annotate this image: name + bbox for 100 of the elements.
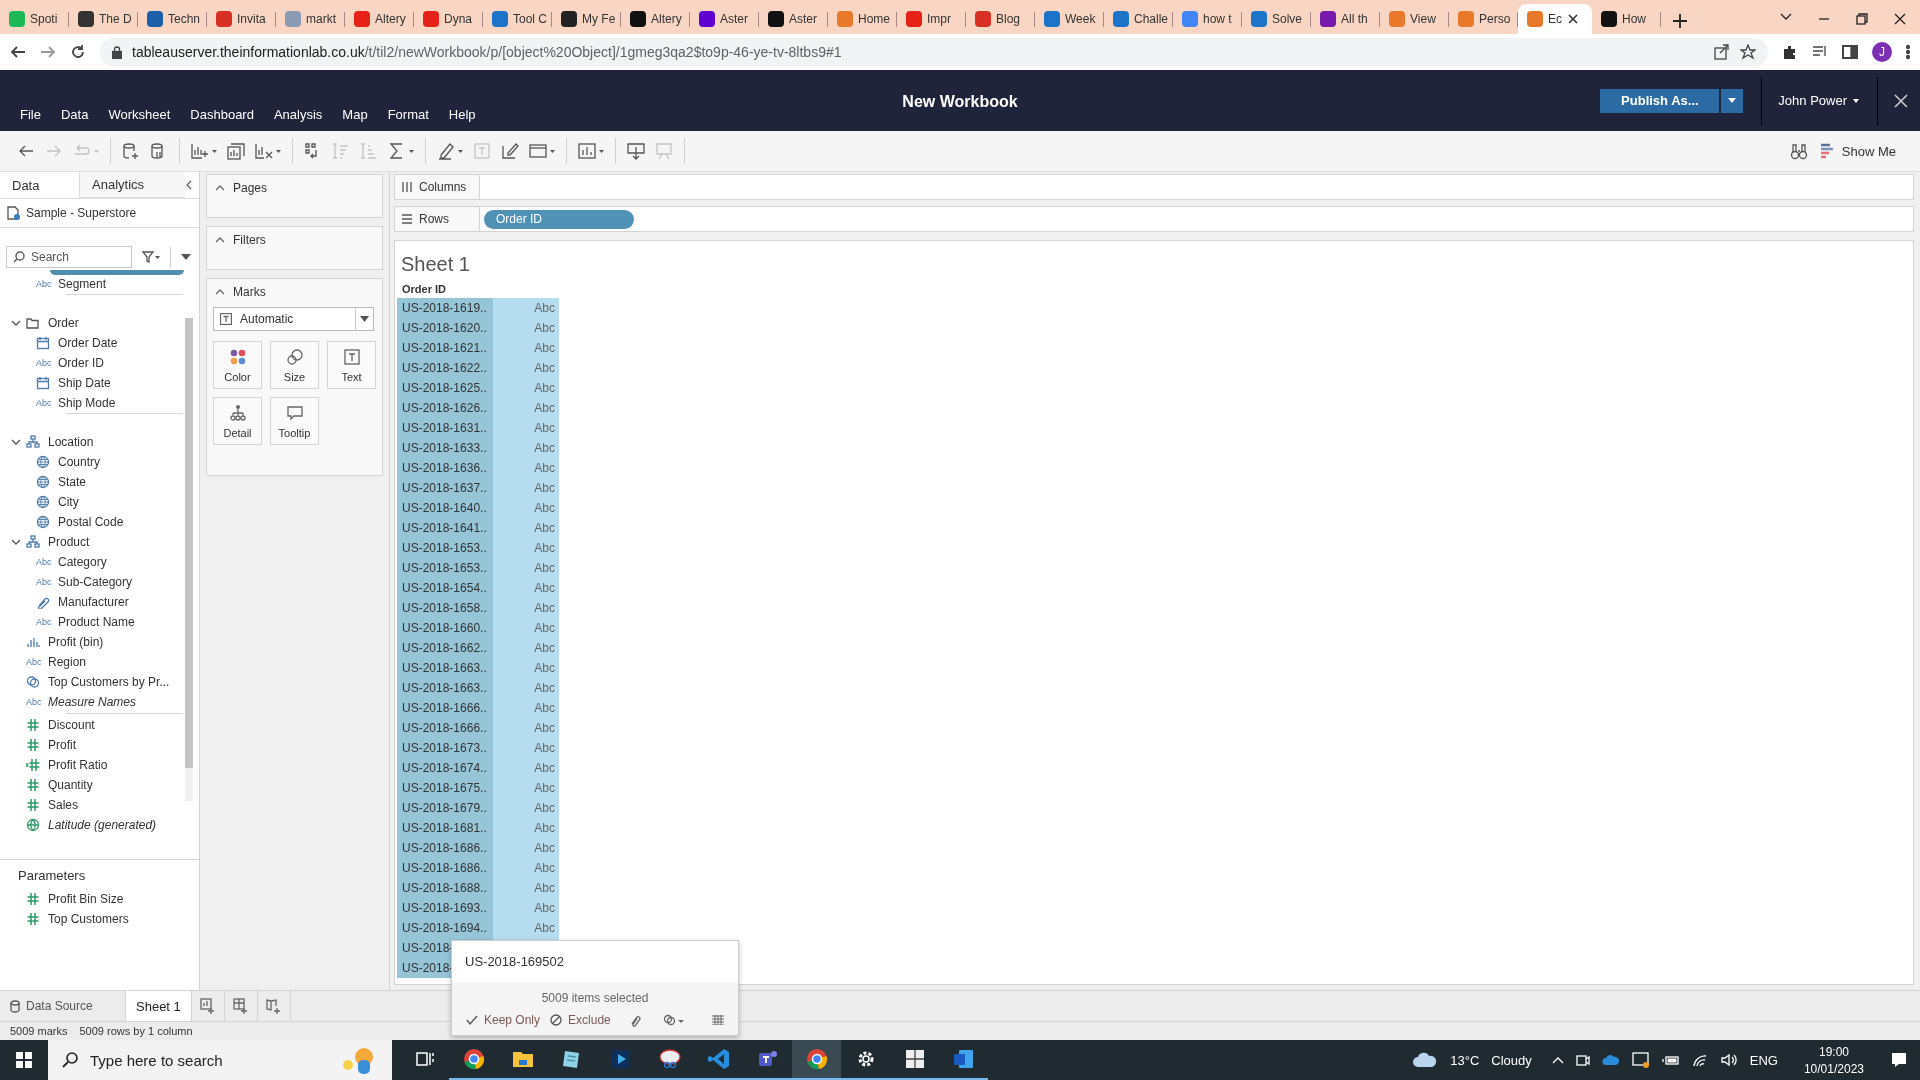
table-cell[interactable]: Abc — [493, 578, 559, 598]
close-icon[interactable] — [1894, 13, 1906, 25]
camera-icon[interactable] — [1575, 1052, 1590, 1068]
clock-time[interactable]: 19:00 — [1818, 1044, 1849, 1059]
search-field[interactable]: Search — [6, 246, 132, 268]
publish-menu-button[interactable] — [1721, 88, 1744, 113]
field-item[interactable]: City — [58, 495, 79, 509]
marks-button[interactable]: Text — [327, 341, 376, 389]
table-cell[interactable]: Abc — [493, 378, 559, 398]
table-cell[interactable]: US-2018-1686.. — [397, 838, 493, 858]
field-item[interactable]: Discount — [48, 718, 95, 732]
table-cell[interactable]: US-2018-1621.. — [397, 338, 493, 358]
document-icon[interactable] — [951, 1047, 976, 1071]
table-icon[interactable] — [712, 1015, 724, 1025]
table-cell[interactable]: US-2018-1640.. — [397, 498, 493, 518]
pencil-frame-icon[interactable] — [500, 141, 520, 161]
filter-icon[interactable] — [142, 251, 160, 263]
table-cell[interactable]: Abc — [493, 758, 559, 778]
clock-date[interactable]: 10/01/2023 — [1803, 1061, 1864, 1076]
field-item[interactable]: Profit — [48, 738, 76, 752]
table-cell[interactable]: US-2018-1620.. — [397, 318, 493, 338]
reload-icon[interactable] — [70, 44, 86, 60]
table-cell[interactable]: Abc — [493, 878, 559, 898]
field-item[interactable]: Profit Bin Size — [48, 892, 124, 906]
field-item[interactable]: Profit (bin) — [48, 635, 104, 649]
table-cell[interactable]: Abc — [493, 458, 559, 478]
table-cell[interactable]: US-2018-1653.. — [397, 558, 493, 578]
collapse-icon[interactable] — [185, 180, 193, 190]
lock-icon[interactable] — [112, 45, 122, 59]
table-cell[interactable]: US-2018-1619.. — [397, 298, 493, 318]
table-cell[interactable]: US-2018-1688.. — [397, 878, 493, 898]
table-cell[interactable]: Abc — [493, 638, 559, 658]
menu-item[interactable]: Dashboard — [180, 107, 264, 122]
cloud-icon[interactable] — [1601, 1054, 1620, 1066]
restore-icon[interactable] — [1856, 13, 1868, 25]
table-cell[interactable]: Abc — [493, 478, 559, 498]
collapse-icon[interactable] — [215, 237, 225, 243]
table-cell[interactable]: Abc — [493, 538, 559, 558]
table-cell[interactable]: Abc — [493, 678, 559, 698]
table-cell[interactable]: US-2018-1654.. — [397, 578, 493, 598]
field-item[interactable]: Product Name — [58, 615, 135, 629]
language-indicator[interactable]: ENG — [1749, 1052, 1778, 1068]
windows-icon[interactable] — [16, 1052, 32, 1068]
collapse-icon[interactable] — [215, 185, 225, 191]
browser-tab[interactable]: Dyna — [414, 4, 483, 34]
browser-tab[interactable]: Week — [1035, 4, 1104, 34]
highlighter-icon[interactable] — [436, 141, 464, 161]
browser-tab[interactable]: how t — [1173, 4, 1242, 34]
chevron-up-icon[interactable] — [1551, 1056, 1564, 1064]
table-cell[interactable]: Abc — [493, 598, 559, 618]
field-item[interactable]: Quantity — [48, 778, 93, 792]
table-cell[interactable]: Abc — [493, 838, 559, 858]
chart-clear-icon[interactable] — [254, 141, 282, 161]
table-cell[interactable]: US-2018-1631.. — [397, 418, 493, 438]
table-cell[interactable]: Abc — [493, 558, 559, 578]
table-cell[interactable]: Abc — [493, 298, 559, 318]
table-cell[interactable]: Abc — [493, 418, 559, 438]
chevron-down-icon[interactable] — [1780, 13, 1792, 21]
field-item[interactable]: Sales — [48, 798, 79, 812]
field-item[interactable]: Profit Ratio — [48, 758, 108, 772]
table-cell[interactable]: US-2018-1662.. — [397, 638, 493, 658]
field-item[interactable]: Segment — [58, 277, 107, 291]
menu-item[interactable]: Worksheet — [98, 107, 181, 122]
table-cell[interactable]: US-2018-1636.. — [397, 458, 493, 478]
field-item[interactable]: Top Customers — [48, 912, 129, 926]
table-cell[interactable]: Abc — [493, 718, 559, 738]
pane-tab[interactable]: Analytics — [80, 172, 185, 198]
table-cell[interactable]: US-2018-1681.. — [397, 818, 493, 838]
share-icon[interactable] — [1714, 44, 1730, 60]
close-icon[interactable] — [1568, 14, 1578, 24]
table-cell[interactable]: US-2018-1674.. — [397, 758, 493, 778]
browser-tab[interactable]: Home — [828, 4, 897, 34]
browser-tab[interactable]: Aster — [759, 4, 828, 34]
new-story-icon[interactable] — [266, 998, 282, 1014]
table-cell[interactable]: US-2018-1679.. — [397, 798, 493, 818]
table-cell[interactable]: US-2018-1625.. — [397, 378, 493, 398]
table-cell[interactable]: US-2018-1693.. — [397, 898, 493, 918]
back-icon[interactable] — [10, 44, 26, 60]
table-cell[interactable]: US-2018-1637.. — [397, 478, 493, 498]
table-cell[interactable]: Abc — [493, 318, 559, 338]
table-cell[interactable]: US-2018-1675.. — [397, 778, 493, 798]
chevron-icon[interactable] — [10, 318, 22, 328]
table-cell[interactable]: Abc — [493, 338, 559, 358]
data-source-name[interactable]: Sample - Superstore — [26, 206, 137, 220]
tooltip-action[interactable]: Exclude — [550, 1013, 611, 1027]
code-editor-icon[interactable] — [706, 1047, 731, 1071]
table-cell[interactable]: US-2018-1663.. — [397, 678, 493, 698]
field-item[interactable]: Measure Names — [48, 695, 137, 709]
field-item[interactable]: Order Date — [58, 336, 118, 350]
wifi-icon[interactable] — [1691, 1053, 1708, 1067]
table-cell[interactable]: Abc — [493, 358, 559, 378]
database-plus-icon[interactable] — [121, 141, 141, 161]
browser-tab[interactable]: Blog — [966, 4, 1035, 34]
chart-plus-icon[interactable] — [190, 141, 218, 161]
table-cell[interactable]: US-2018-1641.. — [397, 518, 493, 538]
table-cell[interactable]: Abc — [493, 778, 559, 798]
plus-icon[interactable] — [1673, 14, 1687, 28]
field-item[interactable]: Sub-Category — [58, 575, 133, 589]
browser-icon[interactable] — [804, 1047, 829, 1071]
browser-tab[interactable]: How — [1592, 4, 1661, 34]
